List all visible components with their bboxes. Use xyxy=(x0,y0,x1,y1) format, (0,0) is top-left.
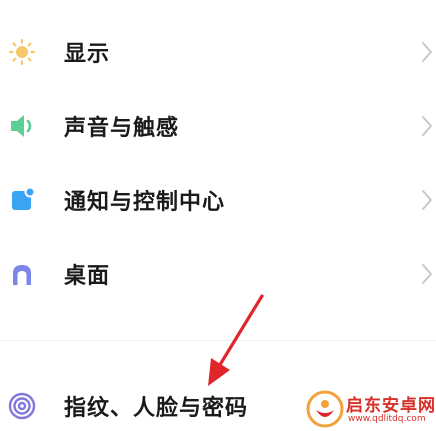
settings-screen: 显示 声音与触感 通知与控制中心 桌面 指纹、人脸与密码 启东安卓网 www.q… xyxy=(0,0,436,431)
fingerprint-icon xyxy=(6,390,38,422)
settings-item-sound[interactable]: 声音与触感 xyxy=(0,96,436,156)
settings-item-home-screen[interactable]: 桌面 xyxy=(0,244,436,304)
settings-item-label: 声音与触感 xyxy=(64,116,180,141)
watermark-url: www.qdlitdq.com xyxy=(348,414,426,424)
chevron-right-icon xyxy=(420,262,434,286)
settings-item-display[interactable]: 显示 xyxy=(0,22,436,82)
section-divider xyxy=(0,340,436,341)
sun-icon xyxy=(6,36,38,68)
chevron-right-icon xyxy=(420,188,434,212)
settings-item-label: 指纹、人脸与密码 xyxy=(64,396,249,421)
settings-item-label: 显示 xyxy=(64,42,111,67)
home-icon xyxy=(6,258,38,290)
speaker-icon xyxy=(6,110,38,142)
watermark: 启东安卓网 www.qdlitdq.com xyxy=(306,386,436,431)
settings-item-notifications[interactable]: 通知与控制中心 xyxy=(0,170,436,230)
chevron-right-icon xyxy=(420,40,434,64)
settings-item-label: 通知与控制中心 xyxy=(64,190,226,215)
watermark-logo-icon xyxy=(306,390,344,428)
chevron-right-icon xyxy=(420,114,434,138)
settings-item-label: 桌面 xyxy=(64,264,111,289)
notification-icon xyxy=(6,184,38,216)
watermark-title: 启东安卓网 xyxy=(346,396,436,416)
